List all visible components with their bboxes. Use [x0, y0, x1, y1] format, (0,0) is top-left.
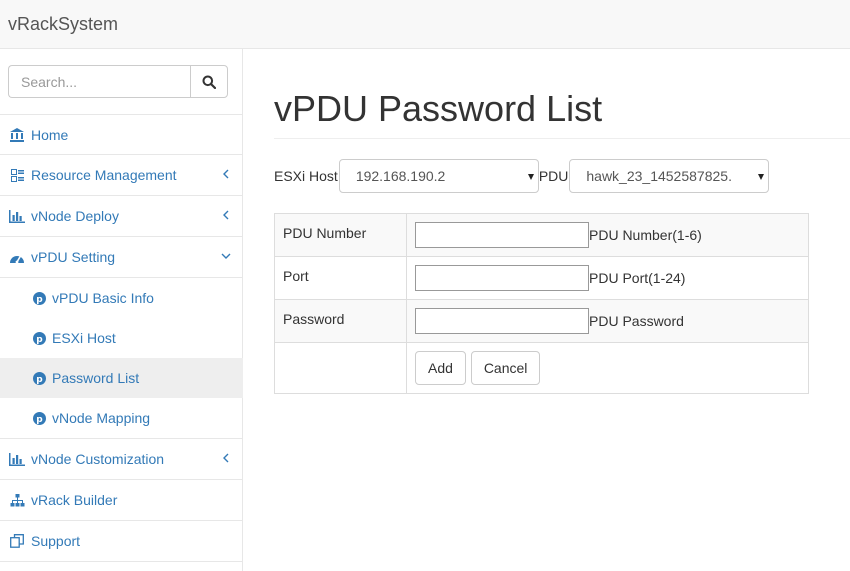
- sidebar-item-label: Home: [31, 126, 69, 143]
- actions-cell: Add Cancel: [406, 342, 809, 394]
- svg-text:p: p: [36, 415, 43, 425]
- svg-text:p: p: [36, 295, 43, 305]
- filter-row: ESXi Host 192.168.190.2 PDU hawk_23_1452…: [274, 159, 770, 193]
- sidebar-item-resource-management[interactable]: Resource Management: [0, 155, 243, 196]
- sidebar-item-vrack-builder[interactable]: vRack Builder: [0, 480, 243, 521]
- table-row: PDU Number PDU Number(1-6): [274, 213, 809, 257]
- subitem-label: Password List: [52, 370, 140, 386]
- list-icon: [9, 167, 25, 183]
- bank-icon: [9, 127, 25, 143]
- add-button[interactable]: Add: [415, 351, 466, 385]
- pdu-number-label: PDU Number: [274, 213, 407, 257]
- password-hint: PDU Password: [589, 313, 684, 329]
- pinterest-icon: p: [33, 371, 46, 385]
- esxi-host-value: 192.168.190.2: [355, 168, 446, 184]
- sidebar-item-label: Support: [31, 533, 81, 549]
- pdu-number-hint: PDU Number(1-6): [589, 227, 702, 243]
- svg-text:p: p: [36, 335, 43, 345]
- pdu-value: hawk_23_1452587825.: [586, 168, 732, 184]
- esxi-host-label: ESXi Host: [274, 168, 338, 184]
- port-label: Port: [274, 256, 407, 300]
- esxi-host-select[interactable]: 192.168.190.2: [338, 159, 539, 193]
- search-input[interactable]: [8, 65, 190, 98]
- title-divider: [274, 138, 850, 139]
- bar-chart-icon: [9, 451, 25, 467]
- chevron-left-icon: [221, 167, 231, 181]
- password-label: Password: [274, 299, 407, 343]
- password-form-table: PDU Number PDU Number(1-6) Port PDU Port…: [274, 213, 809, 394]
- sidebar-item-home[interactable]: Home: [0, 114, 243, 155]
- page-title: vPDU Password List: [274, 88, 603, 129]
- vpdu-submenu: p vPDU Basic Info p ESXi Host p Password…: [0, 278, 243, 439]
- sidebar-subitem-esxi-host[interactable]: p ESXi Host: [0, 318, 243, 358]
- sidebar-subitem-vpdu-basic-info[interactable]: p vPDU Basic Info: [0, 278, 243, 318]
- table-row: Password PDU Password: [274, 299, 809, 343]
- port-hint: PDU Port(1-24): [589, 270, 686, 286]
- pdu-number-cell: PDU Number(1-6): [406, 213, 809, 257]
- copy-icon: [9, 533, 25, 549]
- sidebar-item-label: vRack Builder: [31, 492, 118, 508]
- sidebar-item-vnode-deploy[interactable]: vNode Deploy: [0, 196, 243, 237]
- port-cell: PDU Port(1-24): [406, 256, 809, 300]
- password-input[interactable]: [415, 308, 589, 334]
- sidebar-item-label: vPDU Setting: [31, 249, 116, 265]
- sidebar-nav: Home Resource Management vNode Deploy vP…: [0, 114, 243, 562]
- subitem-label: ESXi Host: [52, 330, 116, 346]
- pinterest-icon: p: [33, 411, 46, 425]
- table-row: Port PDU Port(1-24): [274, 256, 809, 300]
- chevron-left-icon: [221, 451, 231, 465]
- search-button[interactable]: [190, 65, 228, 98]
- sidebar-item-label: vNode Deploy: [31, 208, 119, 224]
- caret-down-icon: [527, 174, 534, 180]
- pinterest-icon: p: [33, 331, 46, 345]
- sidebar-item-vnode-customization[interactable]: vNode Customization: [0, 439, 243, 480]
- sitemap-icon: [9, 492, 25, 508]
- dashboard-icon: [9, 249, 25, 265]
- sidebar-item-vpdu-setting[interactable]: vPDU Setting: [0, 237, 243, 278]
- sidebar-subitem-password-list[interactable]: p Password List: [0, 358, 243, 398]
- sidebar-item-label: vNode Customization: [31, 451, 165, 467]
- port-input[interactable]: [415, 265, 589, 291]
- svg-text:p: p: [36, 375, 43, 385]
- bar-chart-icon: [9, 208, 25, 224]
- table-row: Add Cancel: [274, 342, 809, 394]
- sidebar: Home Resource Management vNode Deploy vP…: [0, 49, 243, 571]
- top-navbar: vRackSystem: [0, 0, 850, 49]
- password-cell: PDU Password: [406, 299, 809, 343]
- pinterest-icon: p: [33, 291, 46, 305]
- chevron-down-icon: [221, 249, 231, 263]
- subitem-label: vNode Mapping: [52, 410, 151, 426]
- pdu-number-input[interactable]: [415, 222, 589, 248]
- sidebar-item-label: Resource Management: [31, 167, 177, 183]
- sidebar-item-support[interactable]: Support: [0, 521, 243, 562]
- actions-empty-cell: [274, 342, 407, 394]
- brand-title[interactable]: vRackSystem: [8, 13, 118, 35]
- cancel-button[interactable]: Cancel: [470, 351, 541, 385]
- pdu-label: PDU: [538, 168, 569, 184]
- search-icon: [202, 75, 216, 89]
- subitem-label: vPDU Basic Info: [52, 290, 154, 306]
- caret-down-icon: [758, 174, 765, 180]
- sidebar-search: [8, 65, 228, 98]
- chevron-left-icon: [221, 208, 231, 222]
- pdu-select[interactable]: hawk_23_1452587825.: [569, 159, 770, 193]
- sidebar-subitem-vnode-mapping[interactable]: p vNode Mapping: [0, 398, 243, 438]
